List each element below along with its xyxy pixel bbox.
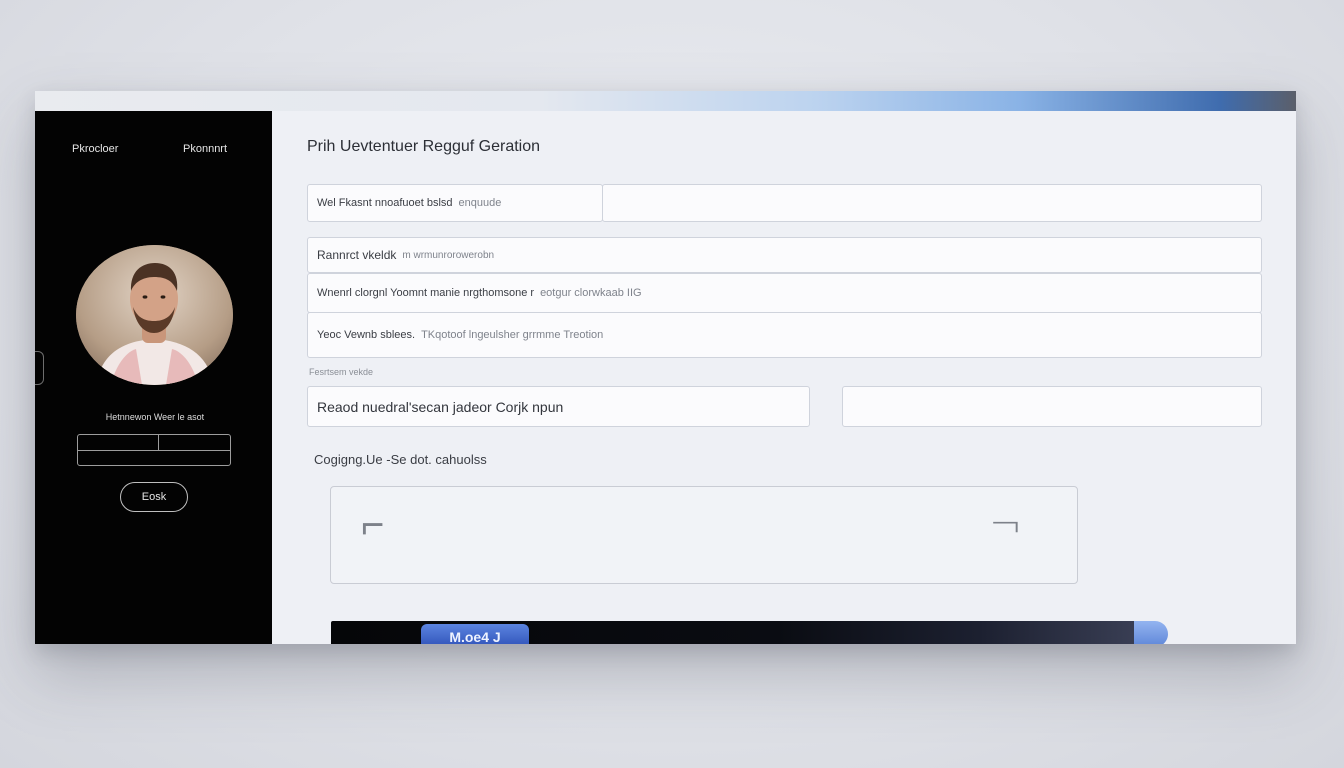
- footer-bar: M.oe4 J: [331, 621, 1141, 644]
- name-field-text: Wel Fkasnt nnoafuoet bslsd: [317, 197, 453, 209]
- profile-name: Hetnnewon Weer le asot: [105, 412, 205, 422]
- detail-field-1[interactable]: Rannrct vkeldk m wrmunrorowerobn: [307, 237, 1262, 273]
- user-portrait-icon: [76, 245, 233, 385]
- half-field-left[interactable]: Reaod nuedral'secan jadeor Corjk npun: [307, 386, 810, 427]
- sidebar-tab-1[interactable]: Pkrocloer: [72, 143, 118, 155]
- sidebar-action-button[interactable]: Eosk: [120, 482, 188, 512]
- detail-field-2-text: Wnenrl clorgnl Yoomnt manie nrgthomsone …: [317, 287, 535, 299]
- sidebar-tab-2[interactable]: Pkonnnrt: [183, 143, 227, 155]
- name-field-hint: enquude: [458, 197, 502, 209]
- detail-field-1-text: Rannrct vkeldk: [317, 248, 397, 262]
- config-textarea[interactable]: ⌐ ¬: [330, 486, 1078, 584]
- window-top-bar: [35, 91, 1296, 111]
- avatar[interactable]: [76, 245, 233, 385]
- collapse-handle[interactable]: [35, 351, 44, 385]
- section-note: Fesrtsem vekde: [309, 367, 374, 377]
- page-title: Prih Uevtentuer Regguf Geration: [307, 138, 541, 155]
- field-divider: [158, 435, 159, 450]
- app-window: Pkrocloer Pkonnnrt Hetnnewon Weer le aso…: [35, 91, 1296, 644]
- detail-field-3-text: Yeoc Vewnb sblees.: [317, 329, 416, 341]
- detail-field-3[interactable]: Yeoc Vewnb sblees. TKqotoof lngeulsher g…: [307, 312, 1262, 358]
- sidebar-input[interactable]: [77, 434, 231, 466]
- footer-badge[interactable]: M.oe4 J: [421, 624, 529, 644]
- name-field[interactable]: Wel Fkasnt nnoafuoet bslsd enquude: [307, 184, 603, 222]
- name-field-secondary[interactable]: [602, 184, 1262, 222]
- detail-field-1-hint: m wrmunrorowerobn: [402, 249, 495, 261]
- bracket-right-icon: ¬: [989, 502, 1023, 548]
- bracket-left-icon: ⌐: [361, 502, 385, 548]
- footer-toggle[interactable]: [1134, 621, 1168, 644]
- detail-field-2[interactable]: Wnenrl clorgnl Yoomnt manie nrgthomsone …: [307, 273, 1262, 313]
- detail-field-3-hint: TKqotoof lngeulsher grrmme Treotion: [421, 329, 604, 341]
- sidebar: Pkrocloer Pkonnnrt Hetnnewon Weer le aso…: [35, 111, 272, 644]
- half-field-right[interactable]: [842, 386, 1262, 427]
- detail-field-2-hint: eotgur clorwkaab IIG: [540, 287, 642, 299]
- field-divider: [78, 450, 230, 451]
- half-field-left-text: Reaod nuedral'secan jadeor Corjk npun: [317, 398, 564, 415]
- main-panel: Prih Uevtentuer Regguf Geration Wel Fkas…: [272, 111, 1296, 644]
- config-label: Cogigng.Ue -Se dot. cahuolss: [314, 452, 487, 467]
